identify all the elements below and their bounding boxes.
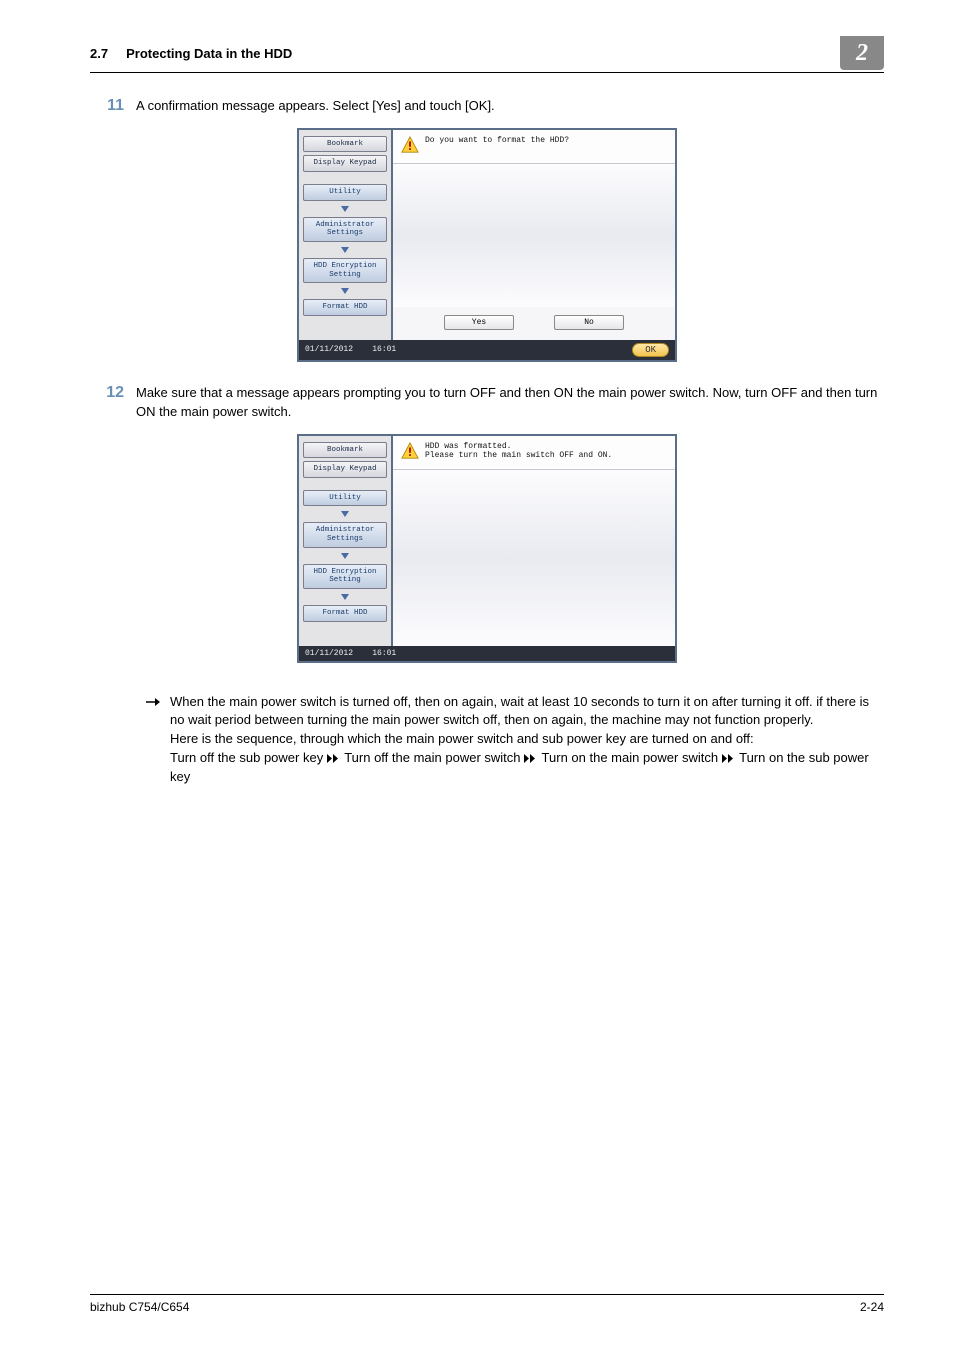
double-arrow-icon — [327, 749, 341, 768]
warning-icon — [401, 442, 419, 463]
message-row: Do you want to format the HDD? — [393, 130, 675, 164]
admin-settings-button[interactable]: Administrator Settings — [303, 217, 387, 242]
step-text: Make sure that a message appears prompti… — [136, 384, 884, 422]
section-number: 2.7 — [90, 46, 108, 61]
format-hdd-button[interactable]: Format HDD — [303, 299, 387, 316]
down-arrow-icon — [340, 245, 350, 255]
bullet-paragraph-2: Here is the sequence, through which the … — [170, 731, 754, 746]
page-footer: bizhub C754/C654 2-24 — [90, 1294, 884, 1314]
admin-settings-button[interactable]: Administrator Settings — [303, 522, 387, 547]
step-number: 12 — [90, 384, 136, 422]
device-sidebar: Bookmark Display Keypad Utility Administ… — [299, 436, 391, 646]
device-screenshot-2: Bookmark Display Keypad Utility Administ… — [297, 434, 677, 663]
down-arrow-icon — [340, 592, 350, 602]
double-arrow-icon — [722, 749, 736, 768]
bookmark-button[interactable]: Bookmark — [303, 442, 387, 459]
yes-no-row: Yes No — [393, 307, 675, 340]
status-bar: 01/11/2012 16:01 OK — [299, 340, 675, 360]
sequence-step-2: Turn off the main power switch — [344, 750, 520, 765]
status-time: 16:01 — [372, 345, 396, 354]
down-arrow-icon — [340, 204, 350, 214]
step-11: 11 A confirmation message appears. Selec… — [90, 97, 884, 116]
section-heading: 2.7 Protecting Data in the HDD — [90, 40, 292, 61]
utility-button[interactable]: Utility — [303, 184, 387, 201]
footer-page: 2-24 — [860, 1300, 884, 1314]
status-time: 16:01 — [372, 649, 396, 658]
sequence-step-1: Turn off the sub power key — [170, 750, 323, 765]
down-arrow-icon — [340, 551, 350, 561]
bookmark-button[interactable]: Bookmark — [303, 136, 387, 153]
double-arrow-icon — [524, 749, 538, 768]
warning-icon — [401, 136, 419, 157]
sequence-step-3: Turn on the main power switch — [542, 750, 719, 765]
step-number: 11 — [90, 97, 136, 116]
page-header: 2.7 Protecting Data in the HDD 2 — [90, 40, 884, 73]
no-button[interactable]: No — [554, 315, 624, 330]
yes-button[interactable]: Yes — [444, 315, 514, 330]
status-date: 01/11/2012 — [305, 649, 353, 658]
display-keypad-button[interactable]: Display Keypad — [303, 461, 387, 478]
step-12: 12 Make sure that a message appears prom… — [90, 384, 884, 422]
footer-product: bizhub C754/C654 — [90, 1300, 189, 1314]
dialog-message: HDD was formatted. Please turn the main … — [425, 442, 612, 461]
chapter-badge: 2 — [840, 36, 884, 70]
section-title: Protecting Data in the HDD — [126, 46, 292, 61]
status-date: 01/11/2012 — [305, 345, 353, 354]
ok-button[interactable]: OK — [632, 343, 669, 357]
down-arrow-icon — [340, 509, 350, 519]
hdd-encryption-button[interactable]: HDD Encryption Setting — [303, 258, 387, 283]
utility-button[interactable]: Utility — [303, 490, 387, 507]
dialog-message: Do you want to format the HDD? — [425, 136, 569, 146]
display-keypad-button[interactable]: Display Keypad — [303, 155, 387, 172]
bullet-paragraph-1: When the main power switch is turned off… — [170, 694, 869, 728]
hdd-encryption-button[interactable]: HDD Encryption Setting — [303, 564, 387, 589]
device-screenshot-1: Bookmark Display Keypad Utility Administ… — [297, 128, 677, 362]
format-hdd-button[interactable]: Format HDD — [303, 605, 387, 622]
bullet-block: When the main power switch is turned off… — [90, 685, 884, 787]
status-bar: 01/11/2012 16:01 — [299, 646, 675, 661]
step-text: A confirmation message appears. Select [… — [136, 97, 884, 116]
arrow-right-icon — [136, 693, 160, 787]
device-sidebar: Bookmark Display Keypad Utility Administ… — [299, 130, 391, 340]
message-row: HDD was formatted. Please turn the main … — [393, 436, 675, 470]
down-arrow-icon — [340, 286, 350, 296]
